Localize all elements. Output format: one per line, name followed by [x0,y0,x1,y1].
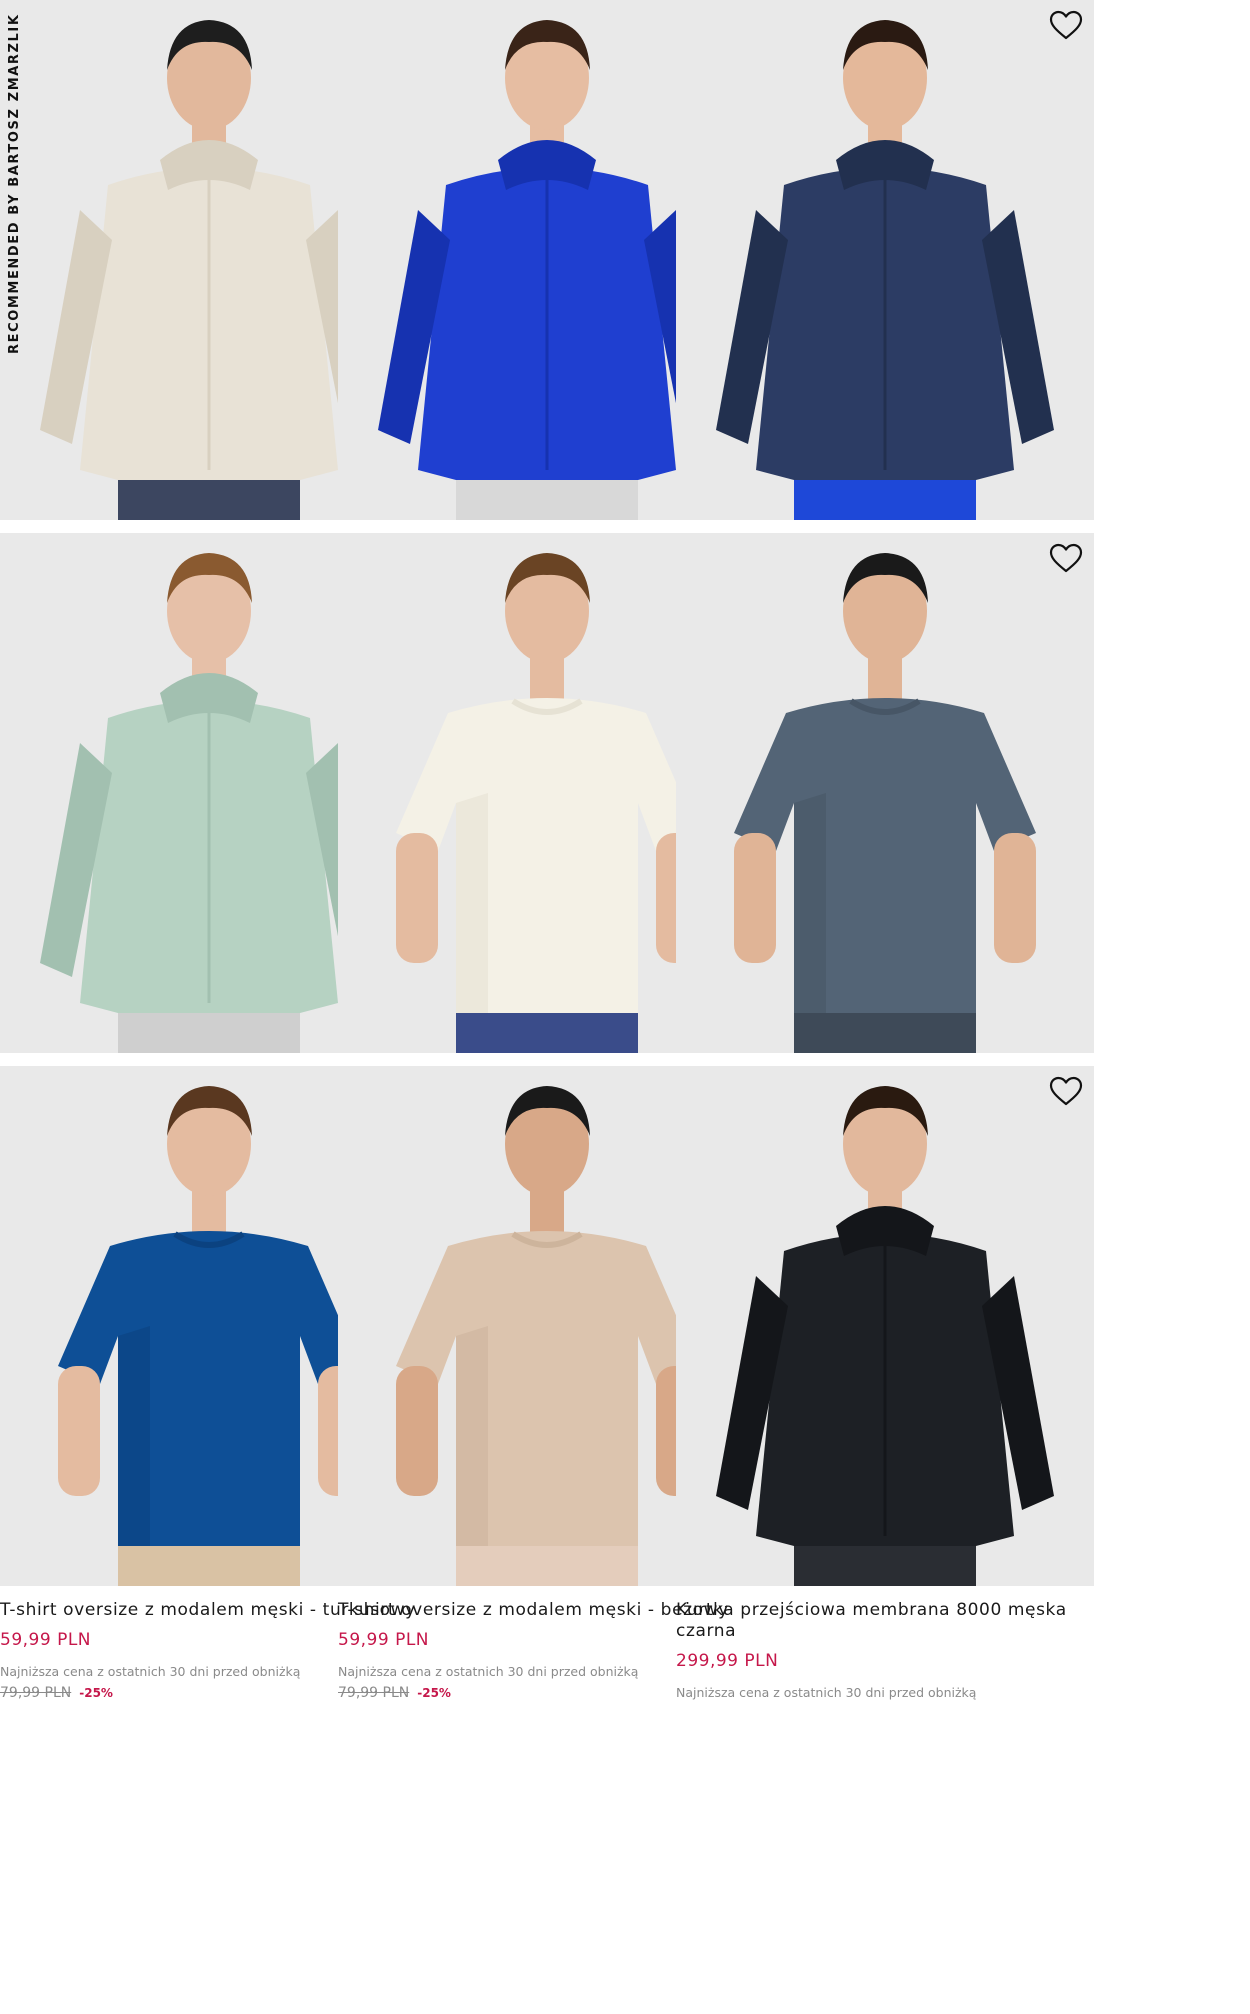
product-image[interactable] [676,533,1094,1053]
product-info: Kurtka przejściowa membrana 8000 męska c… [676,1586,1094,1700]
product-card[interactable]: Kurtka przejściowa membrana 8000 męska c… [676,1066,1094,1700]
recommendation-side-label: RECOMMENDED BY BARTOSZ ZMARZLIK [7,8,25,358]
wishlist-heart-icon[interactable] [1048,1074,1084,1110]
old-price: 79,99 PLN [338,1685,410,1701]
lowest-price-label: Najniższa cena z ostatnich 30 dni przed … [676,1685,977,1700]
product-photo-figure [676,533,1094,1053]
wishlist-heart-icon[interactable] [1048,8,1084,44]
product-photo-figure [676,1066,1094,1586]
product-name[interactable]: Kurtka przejściowa membrana 8000 męska c… [676,1600,1094,1642]
product-image[interactable] [676,1066,1094,1586]
discount-badge: -25% [417,1686,451,1700]
old-price: 79,99 PLN [0,1685,72,1701]
product-photo-figure [676,0,1094,520]
side-label-text: RECOMMENDED BY BARTOSZ ZMARZLIK [7,13,22,354]
product-price: 299,99 PLN [676,1651,779,1671]
product-grid: Kurtka przejściowa męska - beżowa139,99 … [0,0,1250,2014]
wishlist-heart-icon[interactable] [1048,541,1084,577]
discount-badge: -25% [79,1686,113,1700]
product-grid-page: RECOMMENDED BY BARTOSZ ZMARZLIK Kurtka p… [0,0,1250,2014]
product-image[interactable] [676,0,1094,520]
